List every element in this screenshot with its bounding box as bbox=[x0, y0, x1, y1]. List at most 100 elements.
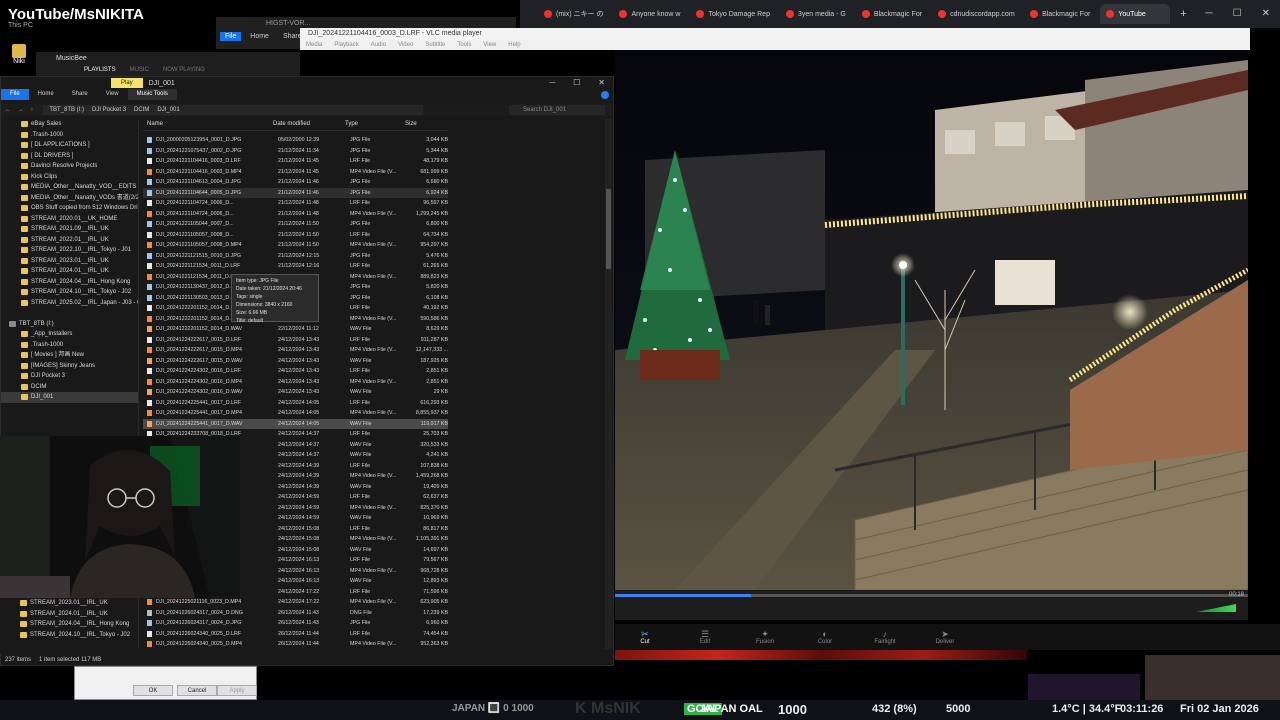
file-row[interactable]: DJI_20241226024317_0024_D.JPG 26/12/2024 … bbox=[143, 618, 448, 629]
file-row[interactable]: DJI_20241224222617_0015_D.MP4 24/12/2024 … bbox=[143, 345, 448, 356]
file-row[interactable]: DJI_20241224225441_0017_D.LRF 24/12/2024 … bbox=[143, 398, 448, 409]
file-row[interactable]: DJI_20241226024317_0024_D.DNG 26/12/2024 … bbox=[143, 608, 448, 619]
sidebar-item[interactable]: STREAM_2024.10__IRL_Tokyo - J02 bbox=[0, 630, 138, 641]
sidebar-item[interactable]: STREAM_2021.09__IRL_UK bbox=[1, 224, 138, 235]
sidebar-item[interactable]: STREAM_2022.10__IRL_Tokyo - J01 bbox=[1, 245, 138, 256]
file-row[interactable]: DJI_20241226024340_0025_D.MP4 26/12/2024 … bbox=[143, 639, 448, 650]
apply-button[interactable]: Apply bbox=[217, 685, 257, 696]
scrollbar[interactable] bbox=[605, 119, 612, 649]
volume-slider[interactable] bbox=[1196, 604, 1236, 612]
page-button-fairlight[interactable]: ♪ Fairlight bbox=[855, 629, 915, 645]
file-row[interactable]: DJI_20241222201152_0014_D.WAV 22/12/2024 … bbox=[143, 324, 448, 335]
help-icon[interactable] bbox=[601, 91, 609, 99]
browser-tab[interactable]: Tokyo Damage Rep bbox=[690, 4, 775, 24]
column-header-type[interactable]: Type bbox=[345, 121, 405, 130]
vlc-menu-item[interactable]: Media bbox=[306, 40, 322, 50]
sidebar-item[interactable]: DCIM bbox=[1, 382, 138, 393]
video-viewer[interactable] bbox=[615, 50, 1248, 590]
forward-arrow-icon[interactable]: → bbox=[18, 107, 24, 113]
new-tab-button[interactable]: + bbox=[1180, 8, 1186, 20]
file-row[interactable]: DJI_20241224224302_0016_D.LRF 24/12/2024 … bbox=[143, 366, 448, 377]
sidebar-item[interactable]: STREAM_2023.01__IRL_UK bbox=[0, 598, 138, 609]
browser-tab[interactable]: Blackmagic For bbox=[1024, 4, 1096, 24]
browser-tab[interactable]: Blackmagic For bbox=[856, 4, 928, 24]
video-timeline[interactable]: 00:18 bbox=[615, 590, 1248, 620]
file-row[interactable]: DJI_20241221104416_0003_D.MP4 21/12/2024 … bbox=[143, 167, 448, 178]
sidebar-item[interactable]: TBT_8TB (I:) bbox=[1, 319, 138, 330]
sidebar-item[interactable]: Davinci Resolve Projects bbox=[1, 161, 138, 172]
page-button-deliver[interactable]: ➤ Deliver bbox=[915, 629, 975, 645]
sidebar-item[interactable]: STREAM_2023.01__IRL_UK bbox=[1, 256, 138, 267]
file-row[interactable]: DJI_20241224224302_0016_D.WAV 24/12/2024 … bbox=[143, 387, 448, 398]
sidebar-item[interactable]: _App_Installers bbox=[1, 329, 138, 340]
ribbon-tab-share[interactable]: Share bbox=[63, 89, 97, 100]
browser-tab[interactable]: (mix) ニキー の bbox=[538, 4, 609, 24]
page-button-color[interactable]: ◐ Color bbox=[795, 629, 855, 645]
sidebar-item[interactable]: MEDIA_Other__Nanatty_VOD__EDITS bbox=[1, 182, 138, 193]
ribbon-tab-file[interactable]: File bbox=[220, 32, 242, 41]
vlc-menu-item[interactable]: Playback bbox=[334, 40, 358, 50]
file-row[interactable]: DJI_20241221121515_0010_D.JPG 21/12/2024 … bbox=[143, 251, 448, 262]
minimize-icon[interactable]: ─ bbox=[549, 78, 555, 87]
browser-tab[interactable]: Anyone know w bbox=[613, 4, 686, 24]
ribbon-tab-music-tools[interactable]: Music Tools bbox=[127, 89, 177, 100]
sidebar-item[interactable]: STREAM_2024.10__IRL_Tokyo - J02 bbox=[1, 287, 138, 298]
file-row[interactable]: DJI_20241221105057_0008_D... 21/12/2024 1… bbox=[143, 230, 448, 241]
ribbon-tab-file[interactable]: File bbox=[1, 89, 29, 100]
play-tab[interactable]: Play bbox=[111, 78, 143, 88]
minimize-icon[interactable]: ─ bbox=[1206, 8, 1213, 19]
sidebar-item[interactable]: .Trash-1000 bbox=[1, 130, 138, 141]
file-row[interactable]: DJI_20241224225441_0017_D.WAV 24/12/2024 … bbox=[143, 418, 448, 429]
back-arrow-icon[interactable]: ← bbox=[5, 107, 11, 113]
file-row[interactable]: DJI_20241221121534_0011_D.LRF 21/12/2024 … bbox=[143, 261, 448, 272]
sidebar-item[interactable]: [ DL APPLICATIONS ] bbox=[1, 140, 138, 151]
breadcrumb-item[interactable]: DCIM bbox=[134, 105, 149, 115]
file-row[interactable]: DJI_20241221105044_0007_D... 21/12/2024 1… bbox=[143, 219, 448, 230]
musicbee-tab-now-playing[interactable]: NOW PLAYING bbox=[163, 67, 205, 73]
musicbee-tab-music[interactable]: MUSIC bbox=[130, 67, 149, 73]
file-row[interactable]: DJI_20241224222617_0015_D.LRF 24/12/2024 … bbox=[143, 335, 448, 346]
browser-tab[interactable]: 3yen media - G bbox=[780, 4, 852, 24]
sidebar-item[interactable]: Kick Clips bbox=[1, 172, 138, 183]
sidebar-item[interactable] bbox=[1, 308, 138, 319]
vlc-menu-item[interactable]: Tools bbox=[457, 40, 471, 50]
page-button-edit[interactable]: ☰ Edit bbox=[675, 629, 735, 645]
vlc-menu-item[interactable]: Audio bbox=[371, 40, 386, 50]
file-row[interactable]: DJI_20241221104644_0005_D.JPG 21/12/2024 … bbox=[143, 187, 448, 198]
file-row[interactable]: DJI_20241221104724_0006_D... 21/12/2024 1… bbox=[143, 209, 448, 220]
desktop-shortcut-niki[interactable]: Niki bbox=[8, 44, 30, 70]
scrollbar-thumb[interactable] bbox=[606, 189, 611, 269]
sidebar-item[interactable]: STREAM_2020.01__UK_HOME bbox=[1, 214, 138, 225]
file-row[interactable]: DJI_20241221105057_0008_D.MP4 21/12/2024 … bbox=[143, 240, 448, 251]
sidebar-item[interactable]: STREAM_2025.02__IRL_Japan - J03 - Co bbox=[1, 298, 138, 309]
file-row[interactable]: DJI_20241221104724_0006_D... 21/12/2024 1… bbox=[143, 198, 448, 209]
musicbee-tab-playlists[interactable]: PLAYLISTS bbox=[84, 67, 116, 73]
sidebar-item[interactable]: [IMAGES] Skinny Jeans bbox=[1, 361, 138, 372]
ribbon-tab-home[interactable]: Home bbox=[245, 32, 274, 41]
vlc-menu-item[interactable]: Video bbox=[398, 40, 413, 50]
sidebar-item[interactable]: STREAM_2022.01__IRL_UK bbox=[1, 235, 138, 246]
sidebar-item[interactable]: STREAM_2024.04__IRL_Hong Kong bbox=[1, 277, 138, 288]
column-header-size[interactable]: Size bbox=[405, 121, 443, 130]
column-header-name[interactable]: Name bbox=[143, 121, 273, 130]
file-row[interactable]: DJI_20000205123954_0001_D.JPG 05/02/2000 … bbox=[143, 135, 448, 146]
page-button-cut[interactable]: ✂ Cut bbox=[615, 629, 675, 645]
file-row[interactable]: DJI_20241221075437_0002_D.JPG 21/12/2024 … bbox=[143, 146, 448, 157]
ribbon-tab-view[interactable]: View bbox=[97, 89, 128, 100]
close-icon[interactable]: ✕ bbox=[1262, 8, 1270, 19]
browser-tab[interactable]: YouTube bbox=[1100, 4, 1171, 24]
file-row[interactable]: DJI_20241221104613_0004_D.JPG 21/12/2024 … bbox=[143, 177, 448, 188]
breadcrumb[interactable]: TBT_8TB (I:) DJI Pocket 3 DCIM DJI_001 bbox=[43, 105, 424, 115]
file-row[interactable]: DJI_20241224224302_0016_D.MP4 24/12/2024 … bbox=[143, 377, 448, 388]
maximize-icon[interactable]: ☐ bbox=[573, 78, 580, 87]
search-input[interactable]: Search DJI_001 bbox=[509, 105, 605, 115]
ok-button[interactable]: OK bbox=[133, 685, 173, 696]
sidebar-item[interactable]: STREAM_2024.01__IRL_UK bbox=[0, 609, 138, 620]
vlc-menu-item[interactable]: Subtitle bbox=[425, 40, 445, 50]
sidebar-item[interactable]: .Trash-1000 bbox=[1, 340, 138, 351]
breadcrumb-item[interactable]: TBT_8TB (I:) bbox=[49, 105, 84, 115]
maximize-icon[interactable]: ☐ bbox=[1233, 8, 1242, 19]
up-arrow-icon[interactable]: ↑ bbox=[30, 107, 33, 113]
breadcrumb-item[interactable]: DJI Pocket 3 bbox=[92, 105, 126, 115]
sidebar-item[interactable]: [ Movies ] 邦画 New bbox=[1, 350, 138, 361]
